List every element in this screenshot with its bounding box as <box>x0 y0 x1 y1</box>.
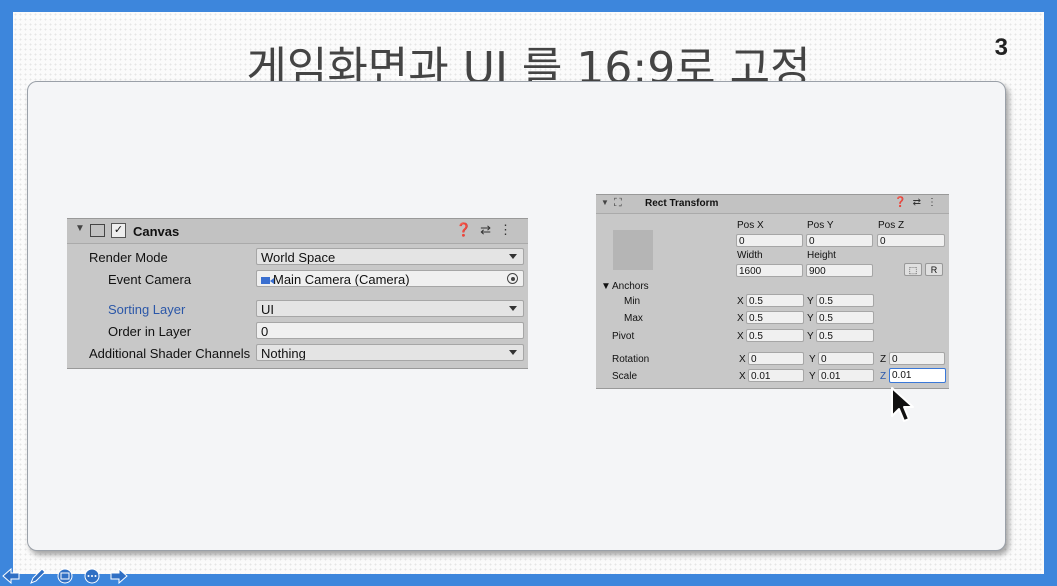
shader-channels-value: Nothing <box>261 346 306 361</box>
render-mode-label: Render Mode <box>89 250 168 265</box>
component-name: Canvas <box>133 224 180 239</box>
preset-icon[interactable]: ⇄ <box>913 197 927 208</box>
slides-icon[interactable] <box>56 568 74 584</box>
rotation-z-axis: Z <box>880 354 887 365</box>
width-field[interactable]: 1600 <box>736 264 803 277</box>
anchor-max-x-field[interactable]: 0.5 <box>746 311 804 324</box>
event-camera-value: Main Camera (Camera) <box>273 272 410 287</box>
next-slide-icon[interactable] <box>110 568 128 584</box>
anchor-min-y-axis: Y <box>807 296 814 307</box>
anchor-max-y-field[interactable]: 0.5 <box>816 311 874 324</box>
scale-z-field[interactable]: 0.01 <box>889 368 946 383</box>
foldout-arrow-icon[interactable]: ▼ <box>75 223 85 234</box>
order-in-layer-field[interactable]: 0 <box>256 322 524 339</box>
pos-y-field[interactable]: 0 <box>806 234 873 247</box>
pivot-y-axis: Y <box>807 331 814 342</box>
sorting-layer-label: Sorting Layer <box>108 302 186 317</box>
prev-slide-icon[interactable] <box>2 568 20 584</box>
rotation-x-field[interactable]: 0 <box>748 352 804 365</box>
chevron-down-icon <box>509 254 517 259</box>
order-in-layer-label: Order in Layer <box>108 324 192 339</box>
order-in-layer-value: 0 <box>261 324 269 339</box>
component-header: ▼ ⛶ Rect Transform ❓⇄⋮ <box>596 195 949 214</box>
blueprint-mode-button[interactable]: ⬚ <box>904 263 922 276</box>
scale-y-field[interactable]: 0.01 <box>818 369 874 382</box>
page-number: 3 <box>994 34 1008 61</box>
shader-channels-dropdown[interactable]: Nothing <box>256 344 524 361</box>
event-camera-label: Event Camera <box>108 272 192 287</box>
width-label: Width <box>737 250 763 261</box>
header-icons: ❓⇄⋮ <box>894 197 943 208</box>
height-label: Height <box>807 250 836 261</box>
render-mode-value: World Space <box>261 250 336 265</box>
header-icons: ❓⇄⋮ <box>456 222 520 238</box>
sorting-layer-dropdown[interactable]: UI <box>256 300 524 317</box>
foldout-arrow-icon[interactable]: ▼ <box>601 198 609 207</box>
more-icon[interactable] <box>83 568 101 584</box>
anchor-presets-button[interactable] <box>613 230 653 270</box>
anchor-min-label: Min <box>624 296 641 307</box>
camera-icon <box>261 277 274 284</box>
anchor-min-x-field[interactable]: 0.5 <box>746 294 804 307</box>
render-mode-dropdown[interactable]: World Space <box>256 248 524 265</box>
scale-label: Scale <box>612 371 638 382</box>
pivot-x-field[interactable]: 0.5 <box>746 329 804 342</box>
canvas-component-panel: ▼ ✓ Canvas ❓⇄⋮ Render Mode World Space E… <box>67 218 528 369</box>
scale-z-axis: Z <box>880 371 887 382</box>
pos-z-field[interactable]: 0 <box>877 234 945 247</box>
kebab-menu-icon[interactable]: ⋮ <box>499 222 520 237</box>
canvas-component-icon <box>90 224 105 237</box>
pos-x-label: Pos X <box>737 220 764 231</box>
slideshow-nav <box>0 566 140 586</box>
scale-x-field[interactable]: 0.01 <box>748 369 804 382</box>
pivot-y-field[interactable]: 0.5 <box>816 329 874 342</box>
kebab-menu-icon[interactable]: ⋮ <box>927 197 943 208</box>
preset-icon[interactable]: ⇄ <box>480 222 499 237</box>
pos-z-label: Pos Z <box>878 220 905 231</box>
scale-x-axis: X <box>739 371 746 382</box>
anchor-min-y-field[interactable]: 0.5 <box>816 294 874 307</box>
help-icon[interactable]: ❓ <box>894 197 912 208</box>
raw-edit-button[interactable]: R <box>925 263 943 276</box>
component-header: ▼ ✓ Canvas ❓⇄⋮ <box>67 219 528 244</box>
shader-channels-label: Additional Shader Channels <box>89 346 251 361</box>
sorting-layer-value: UI <box>261 302 274 317</box>
rotation-z-field[interactable]: 0 <box>889 352 945 365</box>
pos-y-label: Pos Y <box>807 220 834 231</box>
anchor-min-x-axis: X <box>737 296 744 307</box>
pen-icon[interactable] <box>29 568 47 584</box>
rotation-y-field[interactable]: 0 <box>818 352 874 365</box>
pivot-label: Pivot <box>612 331 635 342</box>
anchor-max-y-axis: Y <box>807 313 814 324</box>
rect-transform-icon: ⛶ <box>614 197 622 209</box>
anchor-max-x-axis: X <box>737 313 744 324</box>
rotation-y-axis: Y <box>809 354 816 365</box>
chevron-down-icon <box>509 306 517 311</box>
event-camera-field[interactable]: Main Camera (Camera) <box>256 270 524 287</box>
rect-transform-panel: ▼ ⛶ Rect Transform ❓⇄⋮ Pos X Pos Y Pos Z… <box>596 194 949 389</box>
scale-y-axis: Y <box>809 371 816 382</box>
chevron-down-icon <box>509 350 517 355</box>
height-field[interactable]: 900 <box>806 264 873 277</box>
object-picker-icon[interactable] <box>507 273 518 284</box>
anchors-label: Anchors <box>612 281 649 292</box>
component-name: Rect Transform <box>645 198 719 209</box>
rotation-label: Rotation <box>612 354 650 365</box>
pivot-x-axis: X <box>737 331 744 342</box>
mouse-cursor-icon <box>891 387 914 422</box>
anchor-max-label: Max <box>624 313 643 324</box>
enabled-checkbox[interactable]: ✓ <box>111 223 126 238</box>
rotation-x-axis: X <box>739 354 746 365</box>
help-icon[interactable]: ❓ <box>456 222 480 237</box>
anchors-foldout-icon[interactable]: ▼ <box>601 281 611 292</box>
pos-x-field[interactable]: 0 <box>736 234 803 247</box>
